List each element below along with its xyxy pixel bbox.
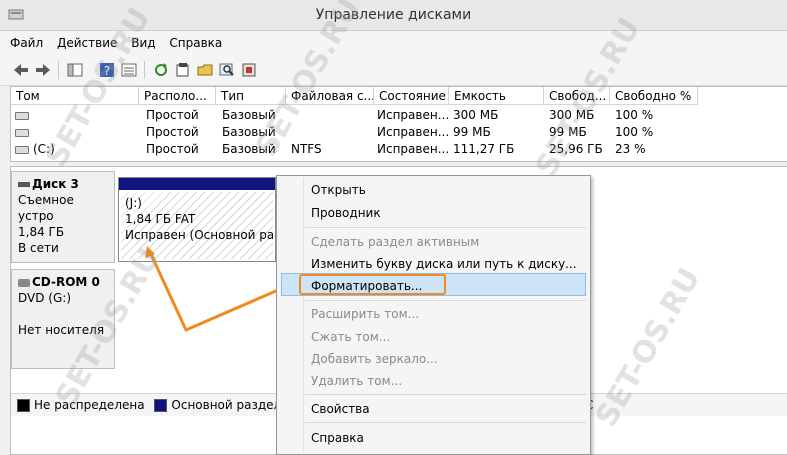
- menu-item-add-mirror[interactable]: Добавить зеркало...: [311, 352, 438, 366]
- menu-item-explorer[interactable]: Проводник: [311, 206, 381, 220]
- menu-gutter: [303, 178, 304, 452]
- menu-item-help[interactable]: Справка: [311, 431, 364, 445]
- menu-separator: [305, 227, 586, 228]
- menu-separator: [305, 422, 586, 423]
- menu-item-change-letter[interactable]: Изменить букву диска или путь к диску...: [311, 257, 577, 271]
- menu-item-shrink[interactable]: Сжать том...: [311, 330, 390, 344]
- menu-separator: [305, 300, 586, 301]
- menu-item-open[interactable]: Открыть: [311, 183, 366, 197]
- menu-separator: [305, 394, 586, 395]
- context-menu: Открыть Проводник Сделать раздел активны…: [276, 175, 591, 455]
- menu-item-format[interactable]: Форматировать...: [311, 279, 422, 293]
- menu-item-properties[interactable]: Свойства: [311, 402, 370, 416]
- menu-item-delete[interactable]: Удалить том...: [311, 374, 402, 388]
- menu-item-extend[interactable]: Расширить том...: [311, 307, 419, 321]
- menu-item-mark-active[interactable]: Сделать раздел активным: [311, 235, 479, 249]
